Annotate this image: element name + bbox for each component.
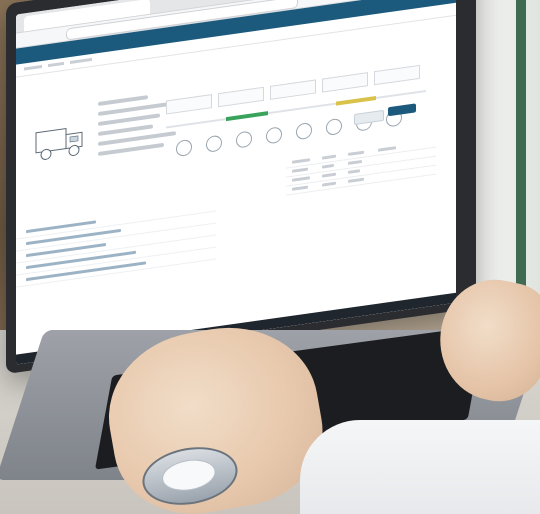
- timeline-step-icon[interactable]: [206, 134, 222, 153]
- shirt-sleeve: [300, 420, 540, 514]
- nav-item[interactable]: [24, 64, 42, 71]
- background-green-stripe: [516, 0, 526, 300]
- event-list: [16, 199, 216, 288]
- timeline-box: [322, 72, 368, 93]
- timeline-step-icon[interactable]: [236, 130, 252, 149]
- timeline-box: [218, 86, 264, 108]
- nav-item[interactable]: [48, 61, 64, 68]
- laptop-lid: [6, 0, 476, 375]
- watch-face: [159, 455, 219, 495]
- timeline-box: [166, 94, 212, 115]
- timeline-box: [374, 64, 420, 86]
- truck-illustration: [35, 127, 83, 160]
- timeline-segment: [336, 95, 376, 106]
- photo-scene: [0, 0, 540, 514]
- timeline-segment: [226, 111, 268, 122]
- nav-item[interactable]: [70, 57, 92, 65]
- timeline-box: [270, 79, 316, 100]
- timeline-step-icon[interactable]: [266, 126, 282, 145]
- timeline-step-icon[interactable]: [296, 121, 312, 141]
- timeline-step-icon[interactable]: [326, 117, 342, 137]
- timeline-step-icon[interactable]: [176, 138, 192, 158]
- laptop-screen: [16, 0, 456, 365]
